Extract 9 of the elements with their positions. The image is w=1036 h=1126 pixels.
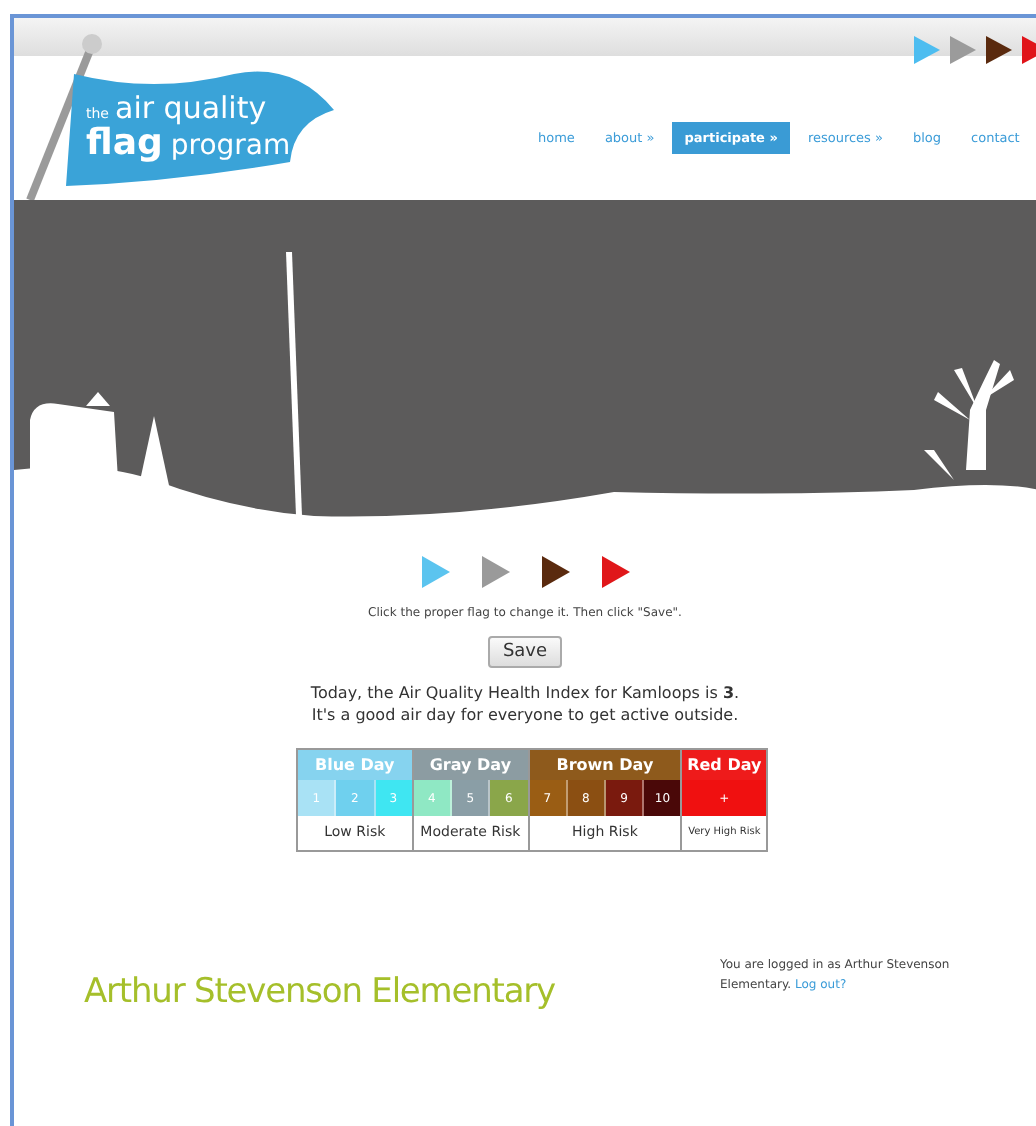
day-level-header: Gray Day	[413, 750, 528, 780]
save-button[interactable]: Save	[488, 636, 562, 668]
flag-option[interactable]	[541, 556, 569, 588]
advice-text: It's a good air day for everyone to get active outside.	[309, 706, 741, 724]
index-sentence: Today, the Air Quality Health Index for Kamloops is 3.	[308, 684, 742, 702]
school-name: Arthur Stevenson Elementary	[84, 972, 556, 1012]
day-level-header: Red Day	[682, 750, 766, 780]
day-level-header: Blue Day	[298, 750, 412, 780]
day-level-header: Brown Day	[529, 750, 681, 780]
